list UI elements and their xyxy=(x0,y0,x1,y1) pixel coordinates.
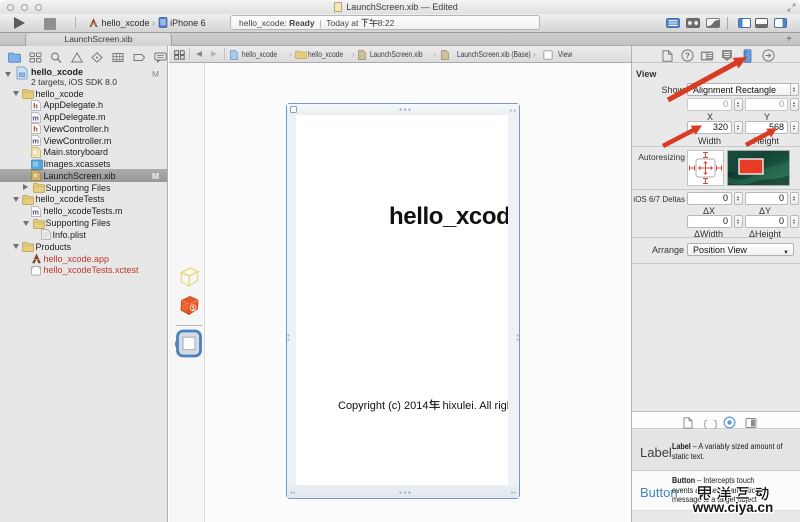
svg-text:m: m xyxy=(32,137,39,146)
svg-text:?: ? xyxy=(685,51,690,60)
svg-text:{ }: { } xyxy=(704,419,717,429)
svg-text:m: m xyxy=(32,113,39,122)
svg-text:1: 1 xyxy=(191,305,195,312)
svg-text:h: h xyxy=(33,125,38,134)
svg-text:m: m xyxy=(32,207,39,216)
svg-text:h: h xyxy=(33,101,38,110)
